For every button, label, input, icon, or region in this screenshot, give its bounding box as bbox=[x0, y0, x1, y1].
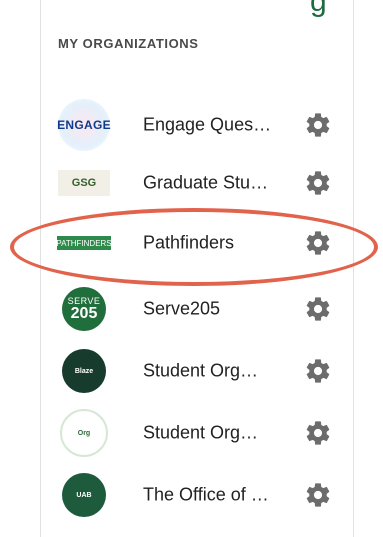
serve205-logo: SERVE 205 bbox=[62, 287, 106, 331]
student-org-dark-logo: Blaze bbox=[62, 349, 106, 393]
org-logo: Blaze bbox=[62, 349, 106, 393]
org-logo: UAB bbox=[62, 473, 106, 517]
org-row-engage[interactable]: ENGAGE Engage Ques… bbox=[40, 95, 352, 155]
gear-icon[interactable] bbox=[304, 111, 332, 139]
org-logo: ENGAGE bbox=[57, 99, 111, 151]
org-row-student-org-2[interactable]: Org Student Org… bbox=[40, 403, 352, 463]
org-row-serve205[interactable]: SERVE 205 Serve205 bbox=[40, 279, 352, 339]
gear-icon[interactable] bbox=[304, 481, 332, 509]
org-name[interactable]: Student Org… bbox=[143, 423, 258, 444]
engage-logo-text: ENGAGE bbox=[57, 118, 111, 132]
serve205-logo-text-2: 205 bbox=[70, 305, 98, 322]
office-logo: UAB bbox=[62, 473, 106, 517]
org-row-student-org-1[interactable]: Blaze Student Org… bbox=[40, 341, 352, 401]
gear-icon[interactable] bbox=[304, 357, 332, 385]
org-name[interactable]: Student Org… bbox=[143, 361, 258, 382]
org-logo: Org bbox=[60, 409, 108, 457]
student-org-dark-logo-text: Blaze bbox=[74, 367, 94, 375]
org-logo: SERVE 205 bbox=[62, 287, 106, 331]
org-row-graduate-student[interactable]: GSG Graduate Stu… bbox=[40, 153, 352, 213]
org-logo: GSG bbox=[58, 170, 110, 196]
student-org-light-logo-text: Org bbox=[77, 429, 91, 437]
gsg-logo: GSG bbox=[58, 170, 110, 196]
section-title: MY ORGANIZATIONS bbox=[58, 36, 199, 51]
org-name[interactable]: Graduate Stu… bbox=[143, 173, 268, 194]
org-row-office[interactable]: UAB The Office of … bbox=[40, 465, 352, 525]
gear-icon[interactable] bbox=[304, 169, 332, 197]
org-name[interactable]: Engage Ques… bbox=[143, 115, 271, 136]
gear-icon[interactable] bbox=[304, 419, 332, 447]
highlight-annotation-oval bbox=[10, 208, 378, 286]
org-name[interactable]: Serve205 bbox=[143, 299, 220, 320]
org-name[interactable]: The Office of … bbox=[143, 485, 269, 506]
header-partial-text: g bbox=[310, 0, 327, 18]
student-org-light-logo: Org bbox=[60, 409, 108, 457]
engage-logo: ENGAGE bbox=[57, 99, 111, 151]
gear-icon[interactable] bbox=[304, 295, 332, 323]
office-logo-text: UAB bbox=[76, 491, 92, 499]
